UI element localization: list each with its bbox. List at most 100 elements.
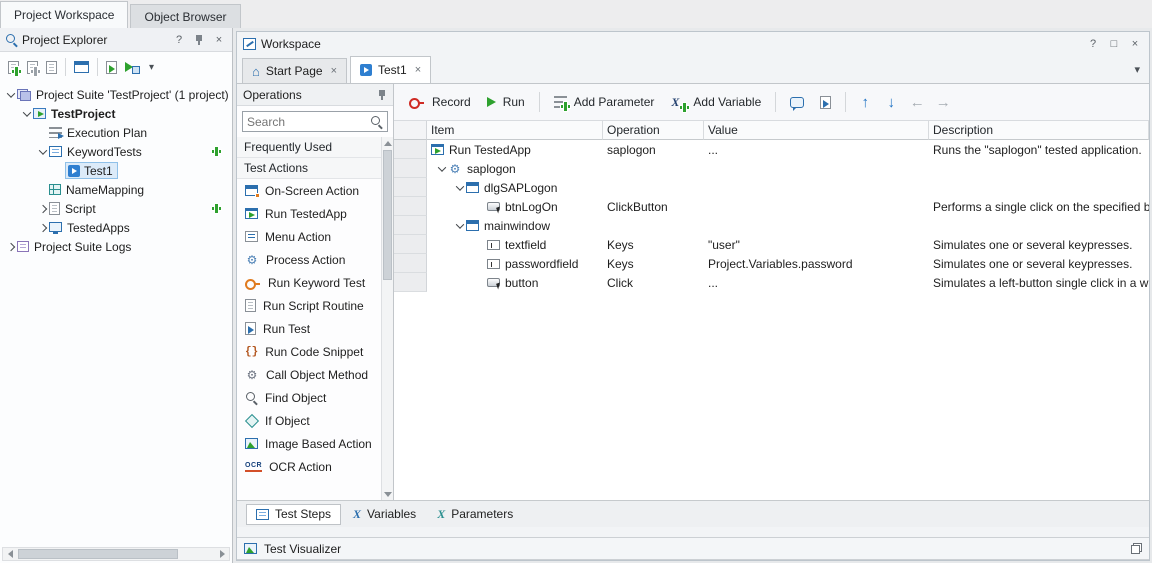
pin-icon[interactable] <box>377 89 387 101</box>
tab-test-steps[interactable]: Test Steps <box>246 504 341 525</box>
column-header-item[interactable]: Item <box>427 121 603 140</box>
row-gutter[interactable] <box>394 178 427 197</box>
expander-icon[interactable] <box>4 244 17 250</box>
group-test-actions[interactable]: Test Actions <box>237 158 381 179</box>
tree-item-keywordtests[interactable]: KeywordTests <box>0 142 232 161</box>
scrollbar-thumb[interactable] <box>383 150 392 280</box>
tab-object-browser[interactable]: Object Browser <box>130 4 240 28</box>
operation-ocr-action[interactable]: OCROCR Action <box>237 455 381 478</box>
step-description[interactable]: Performs a single click on the specified… <box>929 197 1149 216</box>
add-new-item-icon[interactable] <box>8 61 19 74</box>
group-frequently-used[interactable]: Frequently Used <box>237 137 381 158</box>
add-variable-button[interactable]: X Add Variable <box>663 89 768 115</box>
search-input[interactable] <box>247 115 370 129</box>
close-icon[interactable]: × <box>1127 36 1143 52</box>
step-item-cell[interactable]: dlgSAPLogon <box>427 178 603 197</box>
add-operation-button[interactable] <box>813 89 838 115</box>
search-icon[interactable] <box>370 115 383 128</box>
step-value[interactable] <box>704 159 929 178</box>
scroll-up-icon[interactable] <box>382 137 393 149</box>
operation-run-keyword-test[interactable]: Run Keyword Test <box>237 271 381 294</box>
operation-if-object[interactable]: If Object <box>237 409 381 432</box>
visualizer-float-icon[interactable] <box>1131 543 1142 554</box>
add-script-button[interactable] <box>212 204 222 214</box>
add-keyword-test-button[interactable] <box>212 147 222 157</box>
tree-item-execution-plan[interactable]: Execution Plan <box>0 123 232 142</box>
step-description[interactable]: Runs the "saplogon" tested application. <box>929 140 1149 159</box>
row-gutter[interactable] <box>394 159 427 178</box>
vertical-scrollbar[interactable] <box>381 137 393 500</box>
move-right-icon[interactable]: → <box>931 94 955 111</box>
test-step-row[interactable]: btnLogOn ClickButton Performs a single c… <box>394 197 1149 216</box>
expander-icon[interactable] <box>453 185 466 191</box>
test-step-row[interactable]: passwordfield Keys Project.Variables.pas… <box>394 254 1149 273</box>
step-description[interactable] <box>929 159 1149 178</box>
step-operation[interactable]: Keys <box>603 254 704 273</box>
step-item-cell[interactable]: passwordfield <box>427 254 603 273</box>
test-step-row[interactable]: ⚙saplogon <box>394 159 1149 178</box>
row-gutter[interactable] <box>394 254 427 273</box>
tree-item-project-suite-logs[interactable]: Project Suite Logs <box>0 237 232 256</box>
step-item-cell[interactable]: ⚙saplogon <box>427 159 603 178</box>
tree-item-testedapps[interactable]: TestedApps <box>0 218 232 237</box>
operation-image-based-action[interactable]: Image Based Action <box>237 432 381 455</box>
step-item-cell[interactable]: mainwindow <box>427 216 603 235</box>
float-icon[interactable]: □ <box>1106 36 1122 52</box>
scroll-right-icon[interactable] <box>215 548 229 560</box>
step-operation[interactable]: ClickButton <box>603 197 704 216</box>
step-operation[interactable]: saplogon <box>603 140 704 159</box>
test-visualizer-bar[interactable]: Test Visualizer <box>237 537 1149 560</box>
close-tab-icon[interactable]: × <box>415 64 421 76</box>
tree-item-test1[interactable]: Test1 <box>0 161 232 180</box>
operation-process-action[interactable]: ⚙Process Action <box>237 248 381 271</box>
expander-icon[interactable] <box>36 225 49 231</box>
step-description[interactable] <box>929 216 1149 235</box>
expander-icon[interactable] <box>36 206 49 212</box>
test-step-row[interactable]: Run TestedApp saplogon ... Runs the "sap… <box>394 140 1149 159</box>
add-parameter-button[interactable]: Add Parameter <box>547 89 662 115</box>
tab-test1[interactable]: Test1 × <box>350 56 431 83</box>
step-value[interactable] <box>704 216 929 235</box>
name-mapping-icon[interactable] <box>74 61 89 73</box>
operation-run-test[interactable]: Run Test <box>237 317 381 340</box>
run-project-suite-icon[interactable] <box>125 61 141 74</box>
step-item-cell[interactable]: textfield <box>427 235 603 254</box>
step-item-cell[interactable]: Run TestedApp <box>427 140 603 159</box>
tab-variables[interactable]: X Variables <box>344 504 425 525</box>
record-button[interactable]: Record <box>402 89 478 115</box>
add-existing-item-icon[interactable] <box>27 61 38 74</box>
step-description[interactable] <box>929 178 1149 197</box>
step-operation[interactable]: Click <box>603 273 704 292</box>
step-operation[interactable]: Keys <box>603 235 704 254</box>
row-gutter[interactable] <box>394 216 427 235</box>
scroll-down-icon[interactable] <box>382 488 393 500</box>
expander-icon[interactable] <box>4 92 17 98</box>
step-value[interactable] <box>704 197 929 216</box>
operation-on-screen-action[interactable]: On-Screen Action <box>237 179 381 202</box>
expander-icon[interactable] <box>36 149 49 155</box>
tab-start-page[interactable]: ⌂ Start Page × <box>242 58 347 83</box>
scrollbar-thumb[interactable] <box>18 549 178 559</box>
tree-item-namemapping[interactable]: NameMapping <box>0 180 232 199</box>
row-gutter[interactable] <box>394 140 427 159</box>
step-value[interactable]: "user" <box>704 235 929 254</box>
column-header-description[interactable]: Description <box>929 121 1149 140</box>
operation-call-object-method[interactable]: ⚙Call Object Method <box>237 363 381 386</box>
tree-item-script[interactable]: Script <box>0 199 232 218</box>
operation-run-testedapp[interactable]: Run TestedApp <box>237 202 381 225</box>
move-left-icon[interactable]: ← <box>905 94 929 111</box>
test-step-row[interactable]: textfield Keys "user" Simulates one or s… <box>394 235 1149 254</box>
expander-icon[interactable] <box>453 223 466 229</box>
selected-tree-item[interactable]: Test1 <box>65 162 118 179</box>
move-down-icon[interactable]: ↓ <box>879 94 903 111</box>
close-icon[interactable]: × <box>211 32 227 48</box>
step-operation[interactable] <box>603 178 704 197</box>
tree-item-project-suite[interactable]: Project Suite 'TestProject' (1 project) <box>0 85 232 104</box>
test-step-row[interactable]: mainwindow <box>394 216 1149 235</box>
expander-icon[interactable] <box>435 166 448 172</box>
move-up-icon[interactable]: ↑ <box>853 94 877 111</box>
help-icon[interactable]: ? <box>171 32 187 48</box>
step-value[interactable] <box>704 178 929 197</box>
tree-item-testproject[interactable]: TestProject <box>0 104 232 123</box>
operation-run-script-routine[interactable]: Run Script Routine <box>237 294 381 317</box>
